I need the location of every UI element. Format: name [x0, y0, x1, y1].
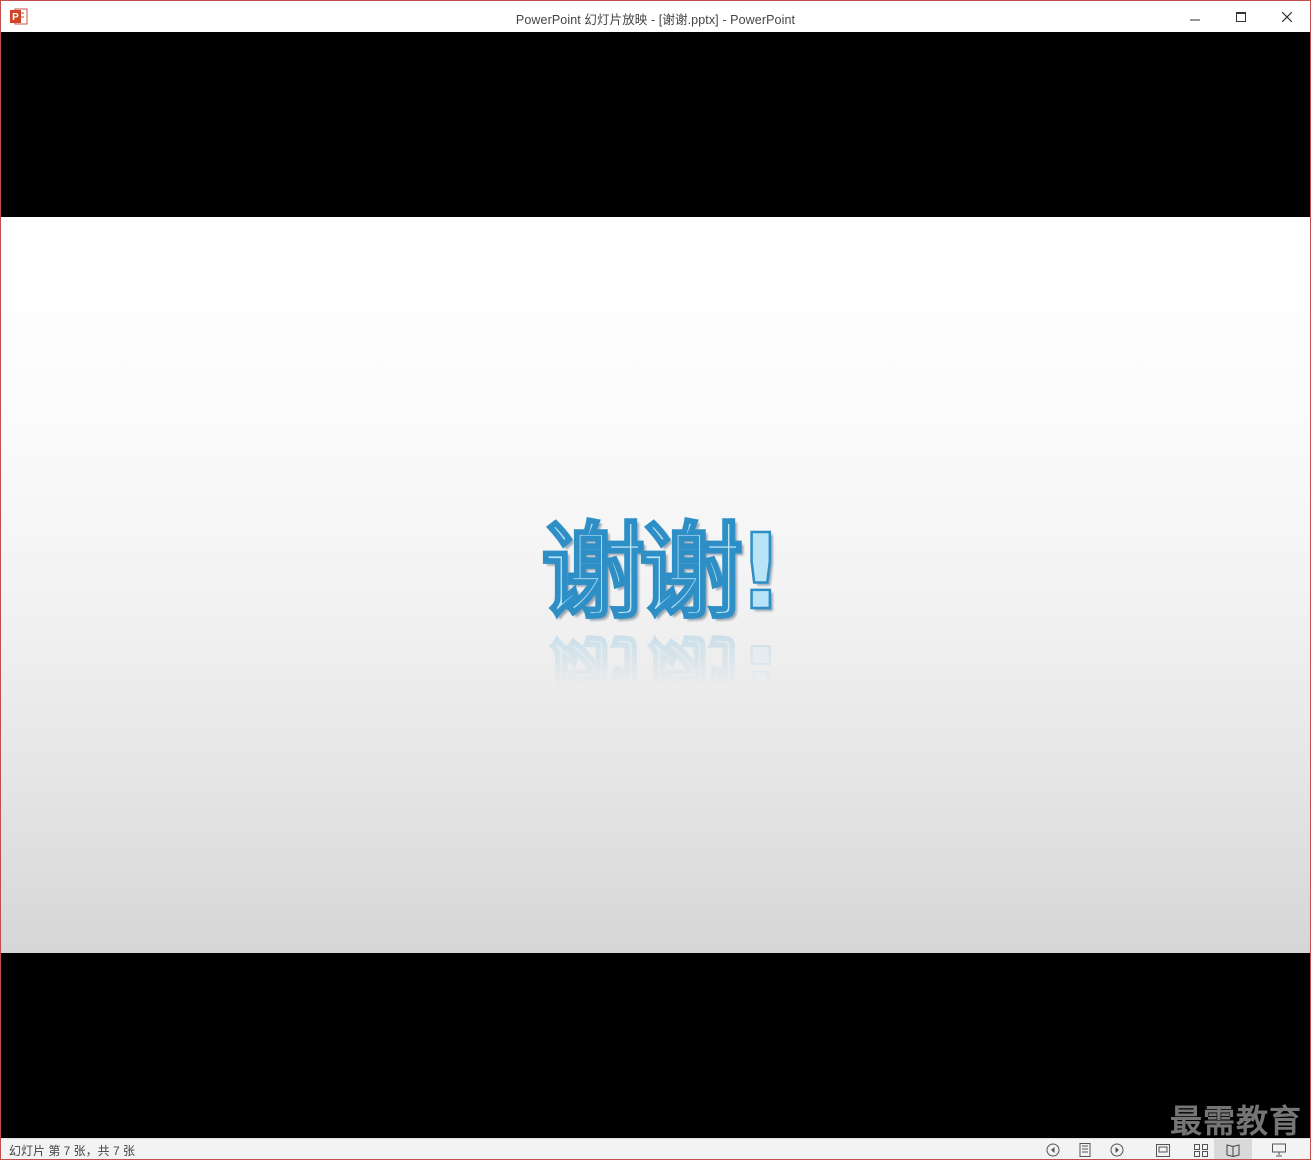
- status-bar: 幻灯片 第 7 张，共 7 张: [1, 1138, 1310, 1159]
- next-icon: [1110, 1143, 1124, 1157]
- normal-view-icon: [1156, 1143, 1170, 1157]
- previous-button[interactable]: [1040, 1139, 1066, 1159]
- normal-view-button[interactable]: [1150, 1139, 1176, 1159]
- slide-title: 谢谢!: [540, 511, 786, 633]
- window-title: PowerPoint 幻灯片放映 - [谢谢.pptx] - PowerPoin…: [515, 13, 796, 27]
- next-button[interactable]: [1104, 1139, 1130, 1159]
- slideshow-stage[interactable]: 谢谢! 谢谢!: [1, 32, 1310, 1138]
- maximize-icon: [1236, 11, 1246, 22]
- slide[interactable]: 谢谢! 谢谢!: [1, 217, 1310, 953]
- notes-button[interactable]: [1072, 1139, 1098, 1159]
- slideshow-icon: [1272, 1143, 1286, 1157]
- notes-icon: [1079, 1143, 1091, 1157]
- close-button[interactable]: [1264, 1, 1310, 32]
- slide-title-reflection: 谢谢!: [540, 620, 779, 744]
- slide-title-group: 谢谢! 谢谢!: [540, 511, 841, 744]
- powerpoint-window: P PowerPoint 幻灯片放映 - [谢谢.pptx] - PowerPo…: [0, 0, 1311, 1160]
- title-bar: P PowerPoint 幻灯片放映 - [谢谢.pptx] - PowerPo…: [1, 1, 1310, 32]
- slide-counter: 幻灯片 第 7 张，共 7 张: [9, 1144, 136, 1158]
- minimize-button[interactable]: [1172, 1, 1218, 32]
- reading-view-icon: [1226, 1143, 1240, 1157]
- slide-sorter-icon: [1194, 1143, 1208, 1157]
- slideshow-button[interactable]: [1266, 1139, 1292, 1159]
- slide-sorter-button[interactable]: [1188, 1139, 1214, 1159]
- window-controls: [1172, 1, 1310, 32]
- maximize-button[interactable]: [1218, 1, 1264, 32]
- reading-view-button[interactable]: [1214, 1139, 1252, 1159]
- previous-icon: [1046, 1143, 1060, 1157]
- watermark: 最需教育: [1169, 1102, 1302, 1140]
- minimize-icon: [1190, 19, 1200, 20]
- close-icon: [1282, 11, 1292, 22]
